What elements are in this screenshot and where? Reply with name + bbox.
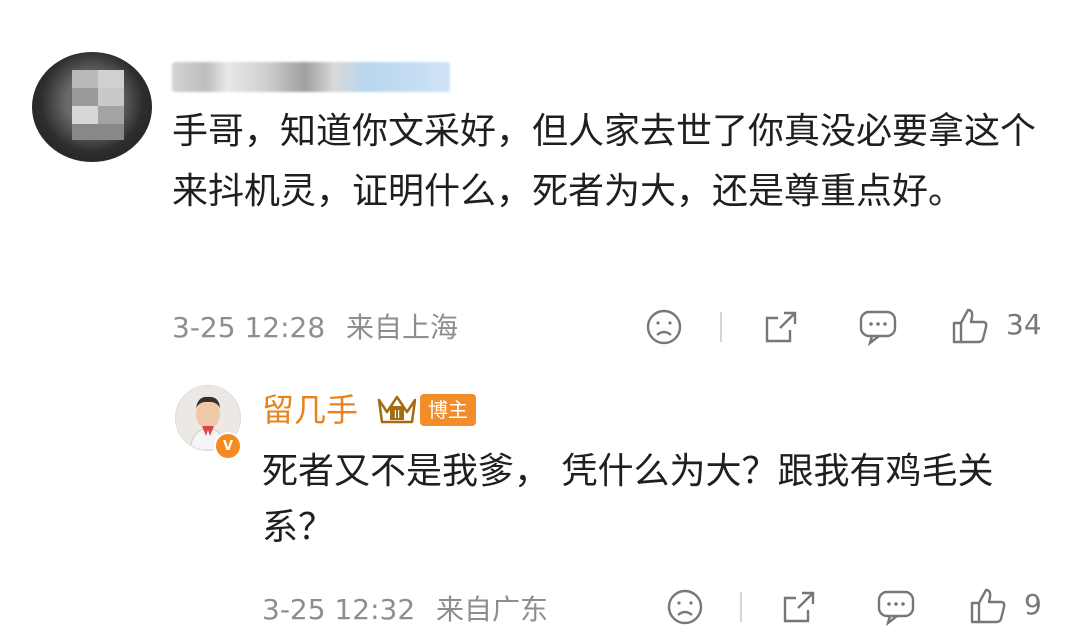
action-divider [740,592,742,622]
like-count: 9 [1024,588,1042,621]
share-icon[interactable] [780,588,818,626]
reply-meta: 3-25 12:32 来自广东 [262,588,548,628]
sad-face-icon[interactable] [645,308,683,346]
reply-location: 来自广东 [436,593,549,626]
verified-badge: V [214,432,242,460]
reply-author-name[interactable]: 留几手 [262,390,358,430]
action-divider [720,312,722,342]
blogger-tag: 博主 [420,394,476,426]
comment-meta: 3-25 12:28 来自上海 [172,306,458,346]
crown-icon: II [376,392,418,428]
like-count: 34 [1006,308,1042,341]
reply-text: 死者又不是我爹， 凭什么为大？跟我有鸡毛关系？ [262,451,994,548]
share-icon[interactable] [762,308,800,346]
comment-icon[interactable] [876,588,916,626]
reply-date: 3-25 12:32 [262,593,416,626]
comment-icon[interactable] [858,308,898,346]
commenter-name-blurred[interactable] [172,62,450,92]
comment-text: 手哥，知道你文采好，但人家去世了你真没必要拿这个来抖机灵，证明什么，死者为大，还… [172,111,1037,212]
comment-date: 3-25 12:28 [172,311,326,344]
sad-face-icon[interactable] [666,588,704,626]
commenter-avatar[interactable] [32,52,152,162]
thumbs-up-icon[interactable] [950,306,990,346]
svg-text:II: II [394,408,401,421]
pixelated-face [72,70,124,140]
thumbs-up-icon[interactable] [968,586,1008,626]
comment-location: 来自上海 [346,311,459,344]
